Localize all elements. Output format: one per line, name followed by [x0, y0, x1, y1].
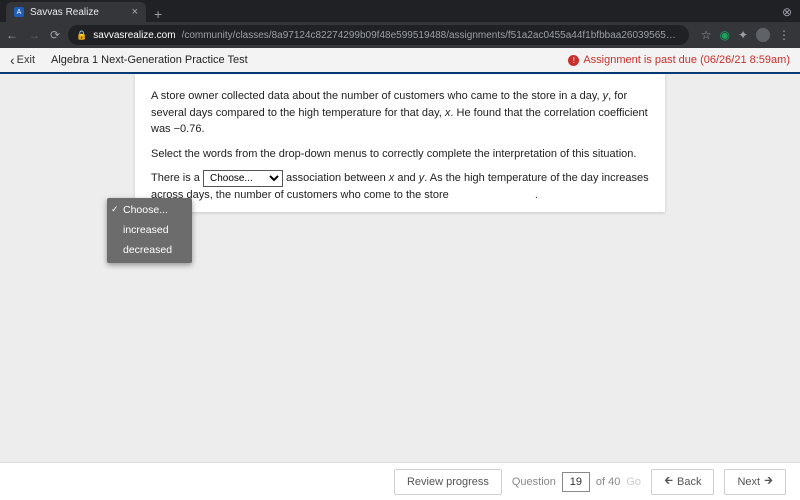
- close-icon[interactable]: ×: [132, 6, 138, 18]
- content-stage: A store owner collected data about the n…: [0, 74, 800, 462]
- question-card: A store owner collected data about the n…: [135, 74, 665, 212]
- question-paragraph-2: Select the words from the drop-down menu…: [151, 146, 649, 163]
- exit-link[interactable]: Exit: [10, 52, 35, 68]
- window-close-icon[interactable]: ⊗: [782, 2, 800, 22]
- past-due-notice: ! Assignment is past due (06/26/21 8:59a…: [568, 54, 790, 66]
- question-number-input[interactable]: 19: [562, 472, 590, 492]
- past-due-text: Assignment is past due (06/26/21 8:59am): [583, 54, 790, 66]
- tab-title: Savvas Realize: [30, 7, 99, 18]
- footer-nav: Review progress Question 19 of 40 Go 🡰 B…: [0, 462, 800, 500]
- next-button[interactable]: Next 🡲: [724, 469, 786, 495]
- forward-icon: →: [28, 28, 40, 42]
- exit-label: Exit: [17, 54, 35, 66]
- back-icon[interactable]: ←: [6, 28, 18, 42]
- question-paragraph-3: There is a Choose... association between…: [151, 170, 649, 204]
- dropdown-option[interactable]: decreased: [107, 241, 192, 261]
- lock-icon: 🔒: [76, 30, 87, 41]
- dropdown-option[interactable]: Choose...: [107, 201, 192, 221]
- browser-tab[interactable]: A Savvas Realize ×: [6, 2, 146, 22]
- question-paragraph-1: A store owner collected data about the n…: [151, 88, 649, 138]
- dropdown-option[interactable]: increased: [107, 221, 192, 241]
- address-bar[interactable]: 🔒 savvasrealize.com /community/classes/8…: [68, 25, 689, 45]
- answer-select-1[interactable]: Choose...: [203, 170, 283, 187]
- favicon-icon: A: [14, 7, 24, 17]
- review-progress-button[interactable]: Review progress: [394, 469, 502, 495]
- extensions-icon[interactable]: ✦: [738, 28, 748, 42]
- url-domain: savvasrealize.com: [93, 30, 175, 41]
- menu-icon[interactable]: ⋮: [778, 28, 790, 42]
- browser-chrome: A Savvas Realize × + ⊗ ← → ⟳ 🔒 savvasrea…: [0, 0, 800, 48]
- question-label: Question: [512, 476, 556, 488]
- back-button[interactable]: 🡰 Back: [651, 469, 714, 495]
- of-label: of 40: [596, 476, 620, 488]
- star-icon[interactable]: ☆: [701, 28, 712, 42]
- question-counter: Question 19 of 40 Go: [512, 472, 641, 492]
- profile-avatar[interactable]: [756, 28, 770, 42]
- url-path: /community/classes/8a97124c82274299b09f4…: [182, 30, 681, 41]
- warning-icon: !: [568, 55, 579, 66]
- app-header: Exit Algebra 1 Next-Generation Practice …: [0, 48, 800, 74]
- assignment-title: Algebra 1 Next-Generation Practice Test: [51, 54, 248, 66]
- tab-bar: A Savvas Realize × + ⊗: [0, 0, 800, 22]
- extension-icon[interactable]: ◉: [719, 28, 729, 42]
- browser-toolbar: ← → ⟳ 🔒 savvasrealize.com /community/cla…: [0, 22, 800, 48]
- arrow-right-icon: 🡲: [764, 472, 773, 491]
- arrow-left-icon: 🡰: [664, 472, 673, 491]
- new-tab-button[interactable]: +: [146, 6, 170, 22]
- dropdown-menu-open: Choose... increased decreased: [107, 198, 192, 263]
- reload-icon[interactable]: ⟳: [50, 28, 60, 42]
- go-button: Go: [626, 476, 641, 488]
